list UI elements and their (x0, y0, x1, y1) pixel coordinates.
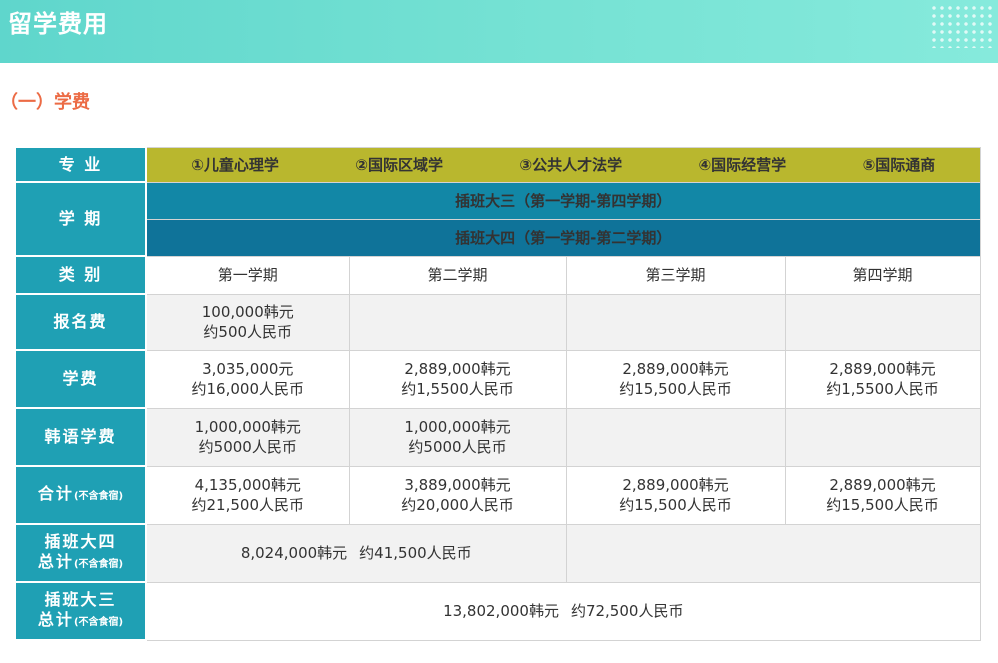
term-header: 第三学期 (565, 255, 786, 295)
header-banner: 留学费用 (0, 0, 998, 63)
korean-fee-term4 (784, 407, 981, 467)
page-title: 留学费用 (8, 10, 108, 38)
subtotal-label: 合计(不含食宿) (14, 465, 147, 525)
term-header: 第一学期 (145, 255, 350, 295)
major-item: ②国际区域学 (355, 155, 443, 174)
registration-fee-term1: 100,000韩元 约500人民币 (145, 293, 350, 351)
registration-fee-term2 (348, 293, 567, 351)
major-header: 专 业 (14, 146, 147, 183)
tuition-term3: 2,889,000韩元 约15,500人民币 (565, 349, 786, 409)
subtotal-term1: 4,135,000韩元 约21,500人民币 (145, 465, 350, 525)
major-item: ③公共人才法学 (519, 155, 623, 174)
subtotal-term4: 2,889,000韩元 约15,500人民币 (784, 465, 981, 525)
semester-header: 学 期 (14, 181, 147, 257)
semester-band-senior: 插班大四（第一学期-第二学期） (145, 218, 981, 257)
tuition-term1: 3,035,000元 约16,000人民币 (145, 349, 350, 409)
junior-total-value: 13,802,000韩元 约72,500人民币 (145, 581, 981, 641)
senior-total-label: 插班大四 总计(不含食宿) (14, 523, 147, 583)
term-header: 第四学期 (784, 255, 981, 295)
subtotal-term2: 3,889,000韩元 约20,000人民币 (348, 465, 567, 525)
registration-fee-term4 (784, 293, 981, 351)
decorative-dot-pattern (930, 4, 992, 48)
korean-fee-term3 (565, 407, 786, 467)
senior-total-empty (565, 523, 981, 583)
korean-fee-term1: 1,000,000韩元 约5000人民币 (145, 407, 350, 467)
category-header: 类 别 (14, 255, 147, 295)
semester-band-junior: 插班大三（第一学期-第四学期） (145, 181, 981, 220)
tuition-label: 学费 (14, 349, 147, 409)
tuition-term2: 2,889,000韩元 约1,5500人民币 (348, 349, 567, 409)
senior-total-value: 8,024,000韩元 约41,500人民币 (145, 523, 567, 583)
term-header: 第二学期 (348, 255, 567, 295)
fee-table: 专 业 ①儿童心理学 ②国际区域学 ③公共人才法学 ④国际经营学 ⑤国际通商 学… (14, 146, 981, 641)
subtotal-term3: 2,889,000韩元 约15,500人民币 (565, 465, 786, 525)
registration-fee-term3 (565, 293, 786, 351)
korean-fee-label: 韩语学费 (14, 407, 147, 467)
major-item: ①儿童心理学 (191, 155, 279, 174)
registration-fee-label: 报名费 (14, 293, 147, 351)
korean-fee-term2: 1,000,000韩元 约5000人民币 (348, 407, 567, 467)
junior-total-label: 插班大三 总计(不含食宿) (14, 581, 147, 641)
major-item: ⑤国际通商 (862, 155, 936, 174)
major-item: ④国际经营学 (698, 155, 787, 174)
majors-row: ①儿童心理学 ②国际区域学 ③公共人才法学 ④国际经营学 ⑤国际通商 (145, 146, 981, 183)
section-heading: （一）学费 (0, 92, 90, 113)
tuition-term4: 2,889,000韩元 约1,5500人民币 (784, 349, 981, 409)
